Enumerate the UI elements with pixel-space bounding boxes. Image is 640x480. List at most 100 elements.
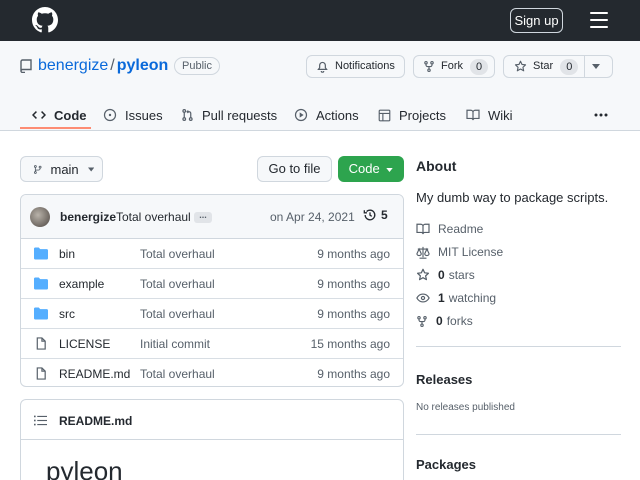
forks-label: forks: [446, 314, 473, 328]
sign-up-button[interactable]: Sign up: [510, 8, 563, 33]
sidebar-divider: [416, 346, 621, 347]
fork-button[interactable]: Fork 0: [413, 55, 495, 78]
repo-separator: /: [110, 57, 115, 74]
star-icon: [416, 268, 430, 281]
file-age: 15 months ago: [310, 337, 390, 351]
fork-counter: 0: [470, 58, 489, 75]
readme-panel: README.md pyleon: [20, 399, 404, 480]
forks-count: 0: [436, 314, 443, 328]
fork-label: Fork: [441, 60, 463, 72]
forks-link[interactable]: 0 forks: [416, 313, 473, 329]
file-row-license[interactable]: LICENSE Initial commit 15 months ago: [21, 329, 403, 359]
list-unordered-icon[interactable]: [34, 415, 47, 426]
file-commit-message[interactable]: Total overhaul: [140, 247, 215, 261]
tab-projects-label: Projects: [399, 107, 446, 123]
file-name[interactable]: example: [59, 277, 104, 291]
readme-link[interactable]: Readme: [416, 221, 483, 237]
tab-pull-requests-label: Pull requests: [202, 107, 278, 123]
pull-request-icon: [182, 109, 193, 121]
readme-filename[interactable]: README.md: [59, 414, 132, 428]
bell-icon: [317, 61, 328, 73]
license-link[interactable]: MIT License: [416, 244, 503, 260]
star-icon: [514, 60, 527, 72]
file-name[interactable]: bin: [59, 247, 75, 261]
file-name[interactable]: src: [59, 307, 75, 321]
issue-opened-icon: [103, 108, 117, 122]
github-logo-icon[interactable]: [32, 7, 58, 33]
file-commit-message[interactable]: Total overhaul: [140, 307, 215, 321]
file-name[interactable]: LICENSE: [59, 337, 110, 351]
caret-down-icon: [87, 167, 94, 171]
repo-name-link[interactable]: pyleon: [117, 57, 169, 74]
go-to-file-button[interactable]: Go to file: [257, 156, 332, 182]
file-browser: benergize Total overhaul ... on Apr 24, …: [20, 194, 404, 387]
tab-actions-label: Actions: [316, 107, 359, 123]
file-commit-message[interactable]: Initial commit: [140, 337, 210, 351]
file-icon: [36, 337, 46, 350]
file-row-src[interactable]: src Total overhaul 9 months ago: [21, 299, 403, 329]
table-icon: [378, 109, 391, 121]
tab-issues-label: Issues: [125, 107, 163, 123]
star-dropdown-button[interactable]: [584, 55, 613, 78]
license-label: MIT License: [438, 245, 504, 259]
file-row-example[interactable]: example Total overhaul 9 months ago: [21, 269, 403, 299]
file-row-bin[interactable]: bin Total overhaul 9 months ago: [21, 239, 403, 269]
file-name[interactable]: README.md: [59, 367, 130, 381]
book-icon: [466, 109, 480, 121]
tab-issues[interactable]: Issues: [103, 99, 163, 131]
top-navbar: Sign up: [0, 0, 640, 41]
folder-icon: [34, 307, 48, 320]
git-branch-icon: [33, 164, 42, 174]
sidebar-divider: [416, 434, 621, 435]
about-title: About: [416, 158, 457, 174]
tab-wiki[interactable]: Wiki: [466, 99, 513, 131]
repo-header: benergize / pyleon Public Notifications Fo…: [0, 41, 640, 131]
file-commit-message[interactable]: Total overhaul: [140, 277, 215, 291]
folder-icon: [34, 247, 48, 260]
branch-select-button[interactable]: main: [20, 156, 103, 182]
star-button[interactable]: Star 0: [503, 55, 585, 78]
stars-label: stars: [448, 268, 475, 282]
no-releases-text: No releases published: [416, 402, 515, 413]
readme-link-label: Readme: [438, 222, 484, 236]
file-commit-message[interactable]: Total overhaul: [140, 367, 215, 381]
repo-tabs: Code Issues Pull requests Actions Projec…: [0, 99, 640, 131]
releases-title[interactable]: Releases: [416, 372, 472, 387]
eye-icon: [416, 293, 430, 303]
commit-history-link[interactable]: 5: [363, 208, 388, 222]
watching-count: 1: [438, 291, 445, 305]
tab-projects[interactable]: Projects: [378, 99, 446, 131]
repo-title: benergize / pyleon: [38, 57, 168, 75]
repo-description: My dumb way to package scripts.: [416, 190, 609, 205]
caret-down-icon: [386, 167, 394, 172]
avatar[interactable]: [30, 207, 50, 227]
readme-heading: pyleon: [46, 456, 123, 480]
commit-author-link[interactable]: benergize: [60, 210, 116, 224]
stars-count: 0: [438, 268, 445, 282]
packages-title[interactable]: Packages: [416, 457, 476, 472]
tab-actions[interactable]: Actions: [294, 99, 359, 131]
fork-icon: [424, 60, 434, 73]
code-download-button[interactable]: Code: [338, 156, 404, 182]
commit-expand-button[interactable]: ...: [194, 211, 212, 223]
caret-down-icon: [591, 64, 600, 69]
watchers-link[interactable]: 1 watching: [416, 290, 496, 306]
visibility-badge: Public: [174, 57, 220, 75]
active-tab-underline: [20, 127, 91, 129]
notifications-button[interactable]: Notifications: [306, 55, 405, 78]
star-label: Star: [533, 60, 554, 72]
file-row-readme[interactable]: README.md Total overhaul 9 months ago: [21, 359, 403, 386]
stars-link[interactable]: 0 stars: [416, 267, 475, 283]
file-age: 9 months ago: [317, 367, 390, 381]
readme-header: README.md: [21, 400, 403, 440]
commit-message-link[interactable]: Total overhaul: [116, 210, 191, 224]
hamburger-menu-icon[interactable]: [590, 12, 608, 28]
file-age: 9 months ago: [317, 247, 390, 261]
code-icon: [32, 111, 46, 119]
notifications-label: Notifications: [335, 60, 395, 72]
more-tabs-icon[interactable]: [594, 99, 616, 131]
repo-owner-link[interactable]: benergize: [38, 57, 108, 74]
tab-pull-requests[interactable]: Pull requests: [181, 99, 277, 131]
watching-label: watching: [448, 291, 497, 305]
file-icon: [36, 367, 46, 380]
